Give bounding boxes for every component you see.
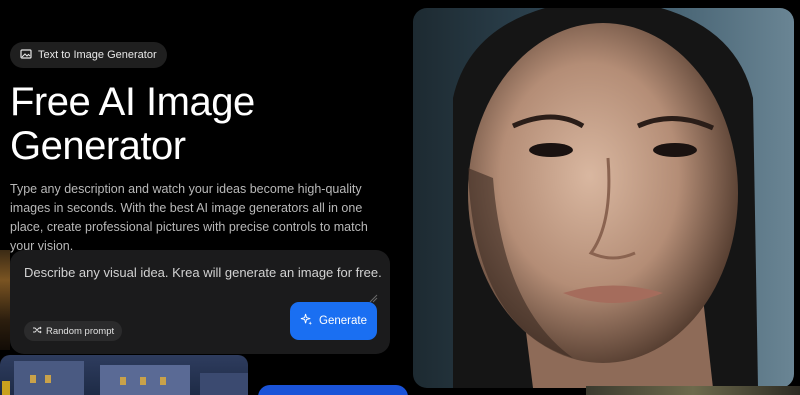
example-thumbnail-right [586,386,800,395]
hero-portrait-image [413,8,794,388]
thumbnail-window [30,375,36,383]
generate-button[interactable]: Generate [290,302,377,340]
random-prompt-button[interactable]: Random prompt [24,321,123,341]
prompt-box: Describe any visual idea. Krea will gene… [10,250,390,354]
page-description: Type any description and watch your idea… [10,182,368,253]
example-thumbnail-city [0,355,248,395]
resize-handle-icon[interactable] [368,290,378,303]
thumbnail-building [200,373,248,395]
example-thumbnail-blue [258,385,408,395]
text-to-image-badge[interactable]: Text to Image Generator [10,42,167,68]
generate-label: Generate [319,315,367,327]
shuffle-icon [32,325,42,338]
thumbnail-window [160,377,166,385]
badge-label: Text to Image Generator [38,49,157,61]
random-prompt-label: Random prompt [46,325,115,337]
thumbnail-sign [2,381,10,395]
thumbnail-window [140,377,146,385]
background-thumbnail-edge [0,250,10,350]
sparkles-icon [300,313,313,329]
prompt-input[interactable]: Describe any visual idea. Krea will gene… [24,264,384,282]
thumbnail-window [120,377,126,385]
page-title: Free AI Image Generator [10,80,255,168]
image-icon [20,48,32,63]
thumbnail-window [45,375,51,383]
